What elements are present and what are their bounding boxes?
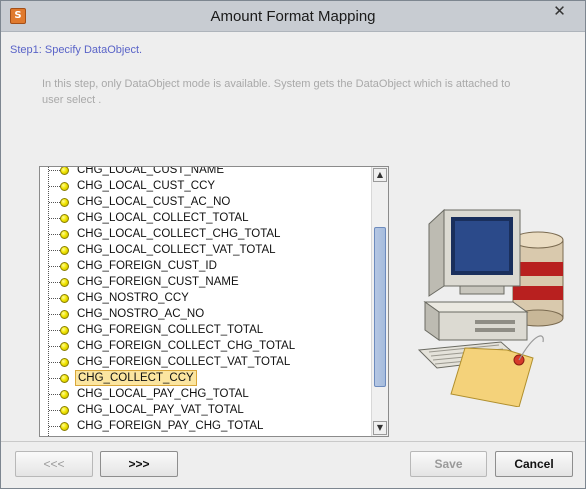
title-bar[interactable]: S Amount Format Mapping ✕ (1, 1, 585, 32)
tree-item-label: CHG_FOREIGN_COLLECT_VAT_TOTAL (77, 356, 291, 368)
dialog-window: S Amount Format Mapping ✕ Step1: Specify… (0, 0, 586, 489)
window-title: Amount Format Mapping (210, 8, 376, 25)
tree-branch-line (49, 186, 60, 187)
tree-list-item[interactable]: CHG_COLLECT_CCY (40, 370, 371, 386)
tree-list-item[interactable]: CHG_LOCAL_CUST_AC_NO (40, 194, 371, 210)
yellow-bullet-icon (60, 390, 69, 399)
computer-database-illustration (417, 208, 564, 407)
tree-list-item[interactable]: CHG_LOCAL_COLLECT_TOTAL (40, 210, 371, 226)
step-title: Step1: Specify DataObject. (10, 44, 143, 56)
tree-item-label: CHG_COLLECT_CCY (75, 370, 197, 386)
scroll-down-arrow-icon[interactable]: ▼ (373, 421, 387, 435)
yellow-bullet-icon (60, 406, 69, 415)
tree-branch-line (49, 282, 60, 283)
yellow-bullet-icon (60, 246, 69, 255)
tree-branch-line (49, 362, 60, 363)
tree-item-label: CHG_LOCAL_CUST_CCY (77, 180, 216, 192)
monitor-icon (428, 208, 521, 297)
yellow-bullet-icon (60, 198, 69, 207)
yellow-bullet-icon (60, 326, 69, 335)
tree-branch-line (49, 426, 60, 427)
close-button[interactable]: ✕ (540, 2, 579, 22)
tree-branch-line (49, 266, 60, 267)
yellow-bullet-icon (60, 422, 69, 431)
scroll-up-arrow-icon[interactable]: ▲ (373, 168, 387, 182)
scrollbar-thumb[interactable] (374, 227, 386, 387)
button-bar: <<< >>> Save Cancel (1, 441, 585, 488)
tree-item-label: CHG_NOSTRO_CCY (77, 292, 189, 304)
tree-branch-line (49, 202, 60, 203)
tree-branch-line (49, 346, 60, 347)
yellow-bullet-icon (60, 167, 69, 175)
tree-branch-line (49, 314, 60, 315)
save-button[interactable]: Save (410, 451, 487, 477)
tree-branch-line (49, 250, 60, 251)
tree-list-item[interactable]: CHG_LOCAL_PAY_VAT_TOTAL (40, 402, 371, 418)
tree-list-item[interactable]: CHG_NOSTRO_CCY (40, 290, 371, 306)
dataobject-tree-list[interactable]: CHG_LOCAL_CUST_NAME CHG_LOCAL_CUST_CCY CHG… (39, 166, 389, 437)
tree-list-item[interactable]: CHG_LOCAL_PAY_CHG_TOTAL (40, 386, 371, 402)
tree-item-label: CHG_LOCAL_COLLECT_CHG_TOTAL (77, 228, 281, 240)
step-description: In this step, only DataObject mode is av… (42, 78, 511, 106)
tree-item-label: CHG_FOREIGN_COLLECT_TOTAL (77, 324, 264, 336)
tree-item-label: CHG_FOREIGN_CUST_NAME (77, 276, 239, 288)
tree-item-label: CHG_LOCAL_COLLECT_VAT_TOTAL (77, 244, 276, 256)
tree-branch-line (49, 378, 60, 379)
tree-list-item[interactable]: CHG_LOCAL_CUST_NAME (40, 166, 371, 178)
yellow-bullet-icon (60, 262, 69, 271)
tree-branch-line (49, 298, 60, 299)
yellow-bullet-icon (60, 230, 69, 239)
yellow-bullet-icon (60, 278, 69, 287)
tree-item-label: CHG_LOCAL_CUST_AC_NO (77, 196, 231, 208)
tree-list-item[interactable]: CHG_NOSTRO_AC_NO (40, 306, 371, 322)
tree-branch-line (49, 394, 60, 395)
tree-list-item[interactable]: CHG_FOREIGN_COLLECT_TOTAL (40, 322, 371, 338)
content-area: Step1: Specify DataObject. In this step,… (1, 32, 585, 441)
yellow-bullet-icon (60, 214, 69, 223)
tree-branch-line (49, 170, 60, 171)
yellow-bullet-icon (60, 342, 69, 351)
tree-branch-line (49, 218, 60, 219)
tree-item-label: CHG_FOREIGN_PAY_CHG_TOTAL (77, 420, 264, 432)
tree-branch-line (49, 410, 60, 411)
tree-item-label: CHG_LOCAL_CUST_NAME (77, 166, 224, 176)
tree-list-item[interactable]: CHG_LOCAL_COLLECT_VAT_TOTAL (40, 242, 371, 258)
tree-list-item[interactable]: CHG_LOCAL_COLLECT_CHG_TOTAL (40, 226, 371, 242)
tree-item-label: CHG_LOCAL_COLLECT_TOTAL (77, 212, 249, 224)
tree-item-label: CHG_NOSTRO_AC_NO (77, 308, 205, 320)
yellow-bullet-icon (60, 310, 69, 319)
tree-list-item[interactable]: CHG_LOCAL_CUST_CCY (40, 178, 371, 194)
tree-list-item[interactable]: CHG_FOREIGN_PAY_CHG_TOTAL (40, 418, 371, 434)
vertical-scrollbar[interactable]: ▲ ▼ (371, 167, 388, 436)
tree-list-item[interactable]: CHG_FOREIGN_COLLECT_VAT_TOTAL (40, 354, 371, 370)
tree-branch-line (49, 330, 60, 331)
yellow-bullet-icon (60, 358, 69, 367)
yellow-bullet-icon (60, 294, 69, 303)
cpu-case-icon (423, 301, 529, 341)
tree-list-item[interactable]: CHG_FOREIGN_COLLECT_CHG_TOTAL (40, 338, 371, 354)
tree-list-item[interactable]: CHG_FOREIGN_CUST_ID (40, 258, 371, 274)
tree-item-label: CHG_FOREIGN_CUST_ID (77, 260, 217, 272)
previous-button[interactable]: <<< (15, 451, 93, 477)
tree-item-label: CHG_LOCAL_PAY_VAT_TOTAL (77, 404, 244, 416)
cancel-button[interactable]: Cancel (495, 451, 573, 477)
yellow-bullet-icon (60, 182, 69, 191)
tree-item-label: CHG_LOCAL_PAY_CHG_TOTAL (77, 388, 249, 400)
tree-item-label: CHG_FOREIGN_COLLECT_CHG_TOTAL (77, 340, 296, 352)
tree-branch-line (49, 234, 60, 235)
next-button[interactable]: >>> (100, 451, 178, 477)
yellow-bullet-icon (60, 374, 69, 383)
tree-list-item[interactable]: CHG_FOREIGN_CUST_NAME (40, 274, 371, 290)
